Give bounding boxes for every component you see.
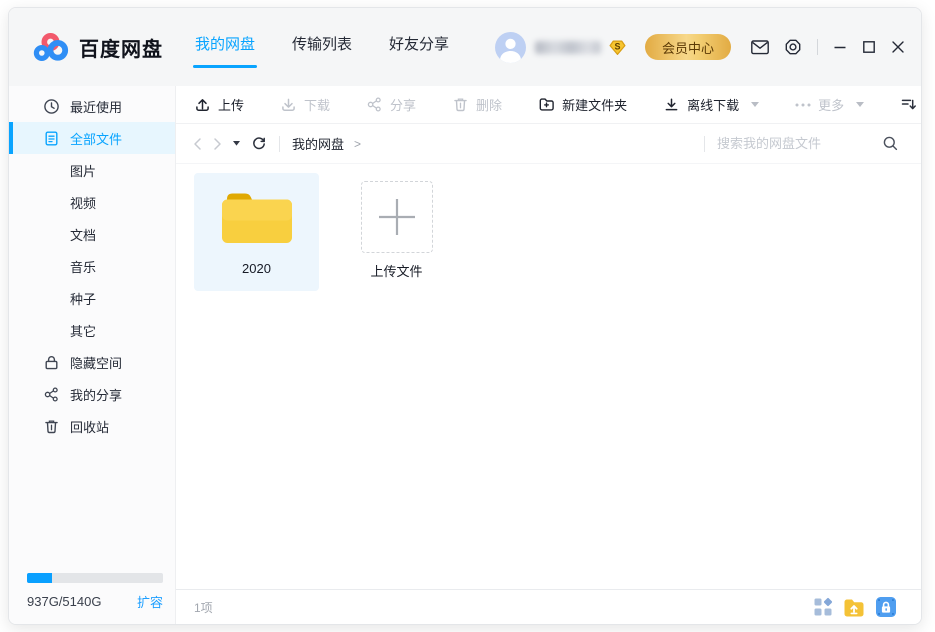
divider: [704, 136, 705, 152]
file-grid: 2020 上传文件: [176, 164, 921, 589]
svip-badge-icon[interactable]: S: [608, 38, 627, 57]
app-title: 百度网盘: [79, 33, 163, 62]
sort-order-icon[interactable]: [900, 96, 917, 113]
item-count: 1项: [194, 599, 213, 616]
delete-button[interactable]: 删除: [452, 95, 502, 114]
document-icon: [43, 130, 60, 147]
upload-icon: [194, 96, 211, 113]
baidu-netdisk-logo-icon: [33, 32, 69, 62]
share-icon: [366, 96, 383, 113]
upload-tile-label: 上传文件: [370, 261, 422, 280]
sidebar-item-recycle-bin[interactable]: 回收站: [9, 410, 175, 442]
sidebar-item-torrents[interactable]: 种子: [9, 282, 175, 314]
toolbar: 上传 下载 分享: [176, 86, 921, 124]
tab-friend-share[interactable]: 好友分享: [387, 27, 451, 68]
pathbar: 我的网盘 >: [176, 124, 921, 164]
clock-icon: [43, 98, 60, 115]
svg-text:S: S: [614, 41, 620, 51]
search-icon[interactable]: [882, 135, 899, 152]
system-buttons: [751, 38, 905, 56]
member-center-button[interactable]: 会员中心: [645, 34, 731, 60]
sidebar-item-pictures[interactable]: 图片: [9, 154, 175, 186]
minimize-icon[interactable]: [833, 40, 847, 54]
upload-button[interactable]: 上传: [194, 95, 244, 114]
app-logo: 百度网盘: [33, 32, 163, 62]
offline-download-button[interactable]: 离线下载: [663, 95, 759, 114]
username-blurred: [535, 41, 601, 54]
tab-transfer-list[interactable]: 传输列表: [290, 27, 354, 68]
sidebar-item-music[interactable]: 音乐: [9, 250, 175, 282]
history-caret-icon[interactable]: [233, 141, 240, 146]
main-content: 上传 下载 分享: [176, 86, 921, 624]
folder-name: 2020: [242, 261, 271, 276]
sidebar-item-documents[interactable]: 文档: [9, 218, 175, 250]
upload-file-tile[interactable]: 上传文件: [334, 173, 459, 291]
tab-label: 好友分享: [389, 36, 449, 53]
ellipsis-icon: [795, 103, 811, 107]
upload-dropzone[interactable]: [361, 181, 433, 253]
share-button[interactable]: 分享: [366, 95, 416, 114]
sidebar-item-my-shares[interactable]: 我的分享: [9, 378, 175, 410]
lock-icon: [43, 354, 60, 371]
auto-backup-icon[interactable]: [843, 596, 865, 618]
sidebar-item-recent[interactable]: 最近使用: [9, 90, 175, 122]
user-area: S 会员中心: [495, 32, 731, 63]
storage-usage-text: 937G/5140G: [27, 594, 101, 609]
offline-download-icon: [663, 96, 680, 113]
storage-meter: 937G/5140G 扩容: [27, 573, 163, 611]
tab-active-underline: [193, 65, 257, 68]
breadcrumb-root[interactable]: 我的网盘: [292, 134, 344, 153]
mail-icon[interactable]: [751, 40, 769, 55]
trash-icon: [43, 418, 60, 435]
apps-grid-icon[interactable]: [813, 597, 833, 617]
chevron-down-icon: [856, 102, 864, 107]
trash-icon: [452, 96, 469, 113]
settings-gear-icon[interactable]: [784, 38, 802, 56]
breadcrumb-separator: >: [354, 137, 361, 151]
back-icon[interactable]: [193, 137, 202, 151]
search-input[interactable]: [717, 136, 882, 151]
person-icon: [495, 32, 526, 63]
sidebar: 最近使用 全部文件 图片 视频 文档 音乐 种子 其它 隐藏空间: [9, 86, 176, 624]
divider: [817, 39, 818, 55]
tab-label: 我的网盘: [195, 36, 255, 53]
sidebar-item-hidden-space[interactable]: 隐藏空间: [9, 346, 175, 378]
tab-label: 传输列表: [292, 36, 352, 53]
app-window: 百度网盘 我的网盘 传输列表 好友分享: [8, 7, 922, 625]
download-button[interactable]: 下载: [280, 95, 330, 114]
hidden-space-lock-icon[interactable]: [875, 596, 897, 618]
expand-storage-link[interactable]: 扩容: [137, 592, 163, 611]
sidebar-item-videos[interactable]: 视频: [9, 186, 175, 218]
chevron-down-icon: [751, 102, 759, 107]
storage-bar: [27, 573, 163, 583]
folder-icon: [217, 186, 297, 248]
forward-icon[interactable]: [213, 137, 222, 151]
sidebar-item-all-files[interactable]: 全部文件: [9, 122, 175, 154]
close-icon[interactable]: [891, 40, 905, 54]
sidebar-item-others[interactable]: 其它: [9, 314, 175, 346]
folder-tile-2020[interactable]: 2020: [194, 173, 319, 291]
statusbar: 1项: [176, 589, 921, 624]
new-folder-button[interactable]: 新建文件夹: [538, 95, 627, 114]
divider: [279, 136, 280, 152]
search-box: [692, 135, 899, 152]
more-button[interactable]: 更多: [795, 95, 864, 114]
new-folder-icon: [538, 96, 555, 113]
avatar[interactable]: [495, 32, 526, 63]
titlebar: 百度网盘 我的网盘 传输列表 好友分享: [9, 8, 921, 86]
storage-bar-fill: [27, 573, 52, 583]
plus-icon: [375, 195, 419, 239]
share-icon: [43, 386, 60, 403]
main-tabs: 我的网盘 传输列表 好友分享: [193, 27, 451, 68]
download-icon: [280, 96, 297, 113]
refresh-icon[interactable]: [251, 136, 267, 152]
maximize-icon[interactable]: [862, 40, 876, 54]
tab-my-drive[interactable]: 我的网盘: [193, 27, 257, 68]
